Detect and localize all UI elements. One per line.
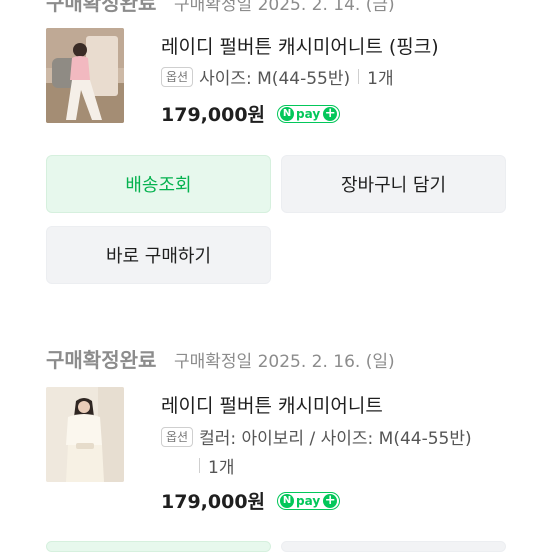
npay-label: pay	[296, 493, 321, 508]
naver-n-icon: N	[280, 493, 295, 508]
price: 179,000원	[161, 104, 266, 126]
option-text: 컬러: 아이보리 / 사이즈: M(44-55반)	[199, 429, 472, 449]
product-name[interactable]: 레이디 펄버튼 캐시미어니트 (핑크)	[161, 32, 439, 59]
option-row: 옵션 컬러: 아이보리 / 사이즈: M(44-55반)	[161, 424, 472, 449]
option-row: 옵션 사이즈: M(44-55반) 1개	[161, 64, 394, 89]
plus-icon: +	[323, 492, 338, 508]
product-name[interactable]: 레이디 펄버튼 캐시미어니트	[161, 391, 383, 418]
product-thumbnail[interactable]	[46, 387, 124, 482]
npay-badge-icon: N pay +	[277, 491, 341, 510]
option-badge: 옵션	[161, 66, 194, 87]
naver-n-icon: N	[280, 106, 295, 121]
track-delivery-button[interactable]: 배송조회	[46, 155, 271, 213]
order-confirm-date: 구매확정일 2025. 2. 16. (일)	[174, 352, 395, 372]
add-to-cart-button[interactable]	[281, 541, 506, 552]
divider	[199, 458, 200, 473]
order-status-title: 구매확정완료	[46, 0, 157, 15]
option-badge: 옵션	[161, 426, 194, 447]
price-row: 179,000원 N pay +	[161, 487, 341, 514]
divider	[358, 69, 360, 84]
npay-badge-icon: N pay +	[277, 104, 341, 123]
buy-now-button[interactable]: 바로 구매하기	[46, 226, 271, 284]
product-thumbnail[interactable]	[46, 28, 124, 123]
npay-label: pay	[296, 106, 321, 121]
option-text: 사이즈: M(44-55반)	[199, 69, 351, 89]
add-to-cart-button[interactable]: 장바구니 담기	[281, 155, 506, 213]
plus-icon: +	[323, 105, 338, 121]
track-delivery-button[interactable]	[46, 541, 271, 552]
quantity-row: 1개	[199, 453, 234, 478]
order-status-title: 구매확정완료	[46, 348, 157, 372]
price-row: 179,000원 N pay +	[161, 100, 341, 127]
price: 179,000원	[161, 491, 266, 513]
quantity-text: 1개	[208, 458, 235, 478]
quantity-text: 1개	[367, 69, 394, 89]
order-confirm-date: 구매확정일 2025. 2. 14. (금)	[174, 0, 395, 15]
